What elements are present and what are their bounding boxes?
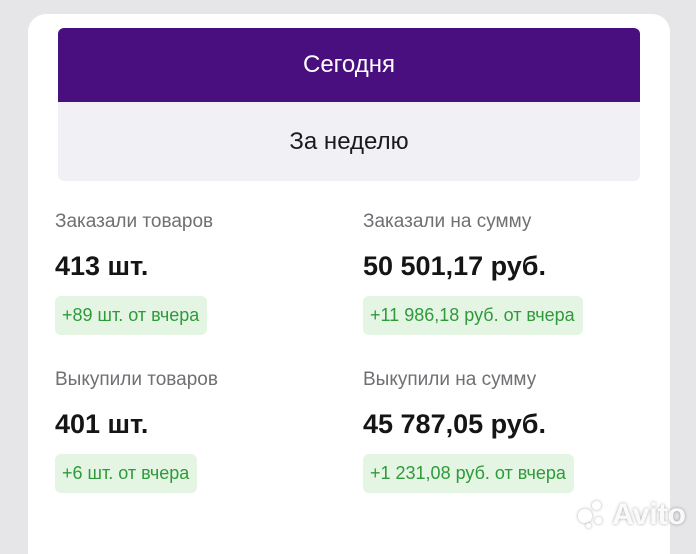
stats-card: Сегодня За неделю Заказали товаров 413 ш… <box>28 14 670 554</box>
stat-label: Выкупили на сумму <box>363 369 574 391</box>
stat-bought-sum: Выкупили на сумму 45 787,05 руб. +1 231,… <box>363 369 574 493</box>
avito-watermark: Avito <box>578 498 686 532</box>
stat-delta-badge: +1 231,08 руб. от вчера <box>363 454 574 493</box>
stat-value: 413 шт. <box>55 251 213 282</box>
stat-value: 401 шт. <box>55 409 218 440</box>
stat-ordered-items: Заказали товаров 413 шт. +89 шт. от вчер… <box>55 211 213 335</box>
stat-delta-badge: +11 986,18 руб. от вчера <box>363 296 583 335</box>
stat-delta-badge: +89 шт. от вчера <box>55 296 207 335</box>
avito-logo-icon <box>578 501 606 529</box>
stat-value: 50 501,17 руб. <box>363 251 583 282</box>
stat-bought-items: Выкупили товаров 401 шт. +6 шт. от вчера <box>55 369 218 493</box>
stat-value: 45 787,05 руб. <box>363 409 574 440</box>
tab-today[interactable]: Сегодня <box>58 28 640 102</box>
stat-ordered-sum: Заказали на сумму 50 501,17 руб. +11 986… <box>363 211 583 335</box>
stat-delta-badge: +6 шт. от вчера <box>55 454 197 493</box>
stat-label: Выкупили товаров <box>55 369 218 391</box>
stat-label: Заказали товаров <box>55 211 213 233</box>
stat-label: Заказали на сумму <box>363 211 583 233</box>
tab-week[interactable]: За неделю <box>58 102 640 181</box>
watermark-text: Avito <box>612 498 686 532</box>
